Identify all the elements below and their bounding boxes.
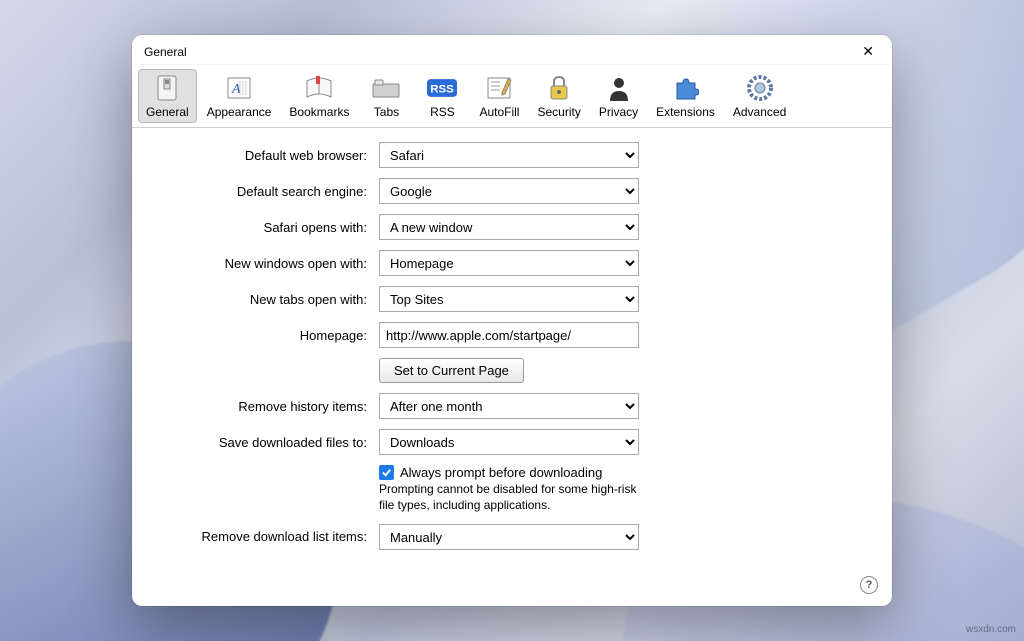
label-save-downloads: Save downloaded files to: (154, 435, 379, 450)
check-icon (381, 467, 392, 478)
select-remove-downloads[interactable]: Manually (379, 524, 639, 550)
watermark: wsxdn.com (966, 624, 1016, 635)
tab-autofill[interactable]: AutoFill (471, 69, 527, 123)
tabs-icon (371, 73, 401, 103)
prompt-note: Prompting cannot be disabled for some hi… (379, 482, 639, 513)
label-new-tabs: New tabs open with: (154, 292, 379, 307)
book-icon (304, 73, 334, 103)
label-remove-history: Remove history items: (154, 399, 379, 414)
input-homepage[interactable] (379, 322, 639, 348)
switch-icon (152, 73, 182, 103)
puzzle-icon (671, 73, 701, 103)
tab-general[interactable]: General (138, 69, 197, 123)
lock-icon (544, 73, 574, 103)
label-new-windows: New windows open with: (154, 256, 379, 271)
svg-text:RSS: RSS (431, 84, 455, 96)
tab-tabs[interactable]: Tabs (359, 69, 413, 123)
pencil-form-icon (484, 73, 514, 103)
tab-security[interactable]: Security (529, 69, 588, 123)
set-current-page-button[interactable]: Set to Current Page (379, 358, 524, 383)
select-new-windows[interactable]: Homepage (379, 250, 639, 276)
label-always-prompt: Always prompt before downloading (400, 465, 602, 480)
settings-content: Default web browser: Safari Default sear… (132, 128, 892, 605)
rss-icon: RSS (427, 73, 457, 103)
tab-privacy[interactable]: Privacy (591, 69, 646, 123)
toolbar: General A Appearance Bookmarks Tabs RSS … (132, 65, 892, 128)
select-new-tabs[interactable]: Top Sites (379, 286, 639, 312)
label-homepage: Homepage: (154, 328, 379, 343)
person-icon (604, 73, 634, 103)
tab-advanced[interactable]: Advanced (725, 69, 794, 123)
checkbox-always-prompt[interactable] (379, 465, 394, 480)
label-remove-downloads: Remove download list items: (154, 529, 379, 544)
tab-bookmarks[interactable]: Bookmarks (281, 69, 357, 123)
preferences-window: General ✕ General A Appearance Bookmarks (132, 35, 892, 605)
select-default-search[interactable]: Google (379, 178, 639, 204)
select-remove-history[interactable]: After one month (379, 393, 639, 419)
label-default-browser: Default web browser: (154, 148, 379, 163)
label-default-search: Default search engine: (154, 184, 379, 199)
select-default-browser[interactable]: Safari (379, 142, 639, 168)
titlebar: General ✕ (132, 35, 892, 65)
gear-icon (745, 73, 775, 103)
tab-extensions[interactable]: Extensions (648, 69, 723, 123)
tab-rss[interactable]: RSS RSS (415, 69, 469, 123)
close-button[interactable]: ✕ (856, 41, 880, 62)
window-title: General (144, 45, 856, 59)
label-opens-with: Safari opens with: (154, 220, 379, 235)
select-save-downloads[interactable]: Downloads (379, 429, 639, 455)
select-opens-with[interactable]: A new window (379, 214, 639, 240)
appearance-icon: A (224, 73, 254, 103)
tab-appearance[interactable]: A Appearance (199, 69, 280, 123)
help-button[interactable]: ? (860, 576, 878, 594)
